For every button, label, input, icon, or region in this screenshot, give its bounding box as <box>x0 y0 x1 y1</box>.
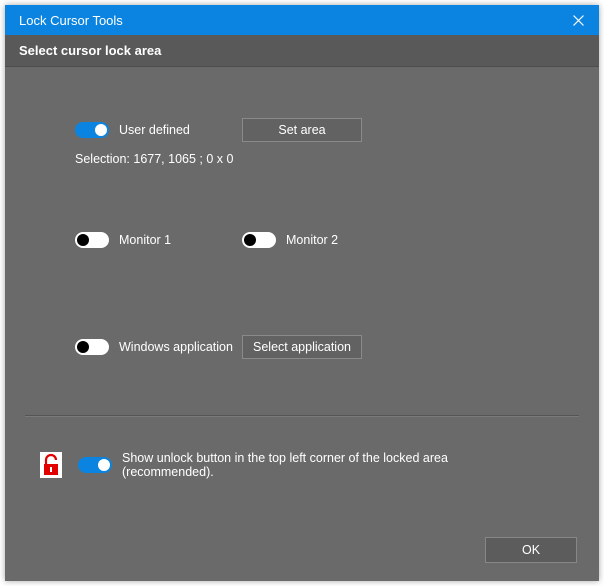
unlock-icon <box>40 452 62 478</box>
label-user-defined: User defined <box>119 123 190 137</box>
titlebar: Lock Cursor Tools <box>5 5 599 35</box>
dialog-body: User defined Set area Selection: 1677, 1… <box>5 67 599 581</box>
toggle-show-unlock[interactable] <box>78 457 112 473</box>
footer-option-row: Show unlock button in the top left corne… <box>40 451 542 479</box>
option-monitor-2: Monitor 2 <box>242 232 338 248</box>
toggle-monitor-1[interactable] <box>75 232 109 248</box>
toggle-windows-application[interactable] <box>75 339 109 355</box>
close-icon <box>573 15 584 26</box>
option-monitor-1: Monitor 1 <box>75 232 171 248</box>
subtitle-text: Select cursor lock area <box>19 43 161 58</box>
option-windows-application: Windows application <box>75 339 233 355</box>
separator <box>25 415 579 416</box>
label-show-unlock: Show unlock button in the top left corne… <box>122 451 542 479</box>
label-windows-application: Windows application <box>119 340 233 354</box>
set-area-button[interactable]: Set area <box>242 118 362 142</box>
toggle-user-defined[interactable] <box>75 122 109 138</box>
selection-readout: Selection: 1677, 1065 ; 0 x 0 <box>75 152 233 166</box>
dialog-window: Lock Cursor Tools Select cursor lock are… <box>5 5 599 581</box>
select-application-button-label: Select application <box>253 340 351 354</box>
label-monitor-2: Monitor 2 <box>286 233 338 247</box>
option-user-defined: User defined <box>75 122 190 138</box>
label-monitor-1: Monitor 1 <box>119 233 171 247</box>
set-area-button-label: Set area <box>278 123 325 137</box>
window-title: Lock Cursor Tools <box>19 13 557 28</box>
ok-button-label: OK <box>522 543 540 557</box>
ok-button[interactable]: OK <box>485 537 577 563</box>
subtitle-bar: Select cursor lock area <box>5 35 599 67</box>
select-application-button[interactable]: Select application <box>242 335 362 359</box>
toggle-monitor-2[interactable] <box>242 232 276 248</box>
close-button[interactable] <box>557 5 599 35</box>
